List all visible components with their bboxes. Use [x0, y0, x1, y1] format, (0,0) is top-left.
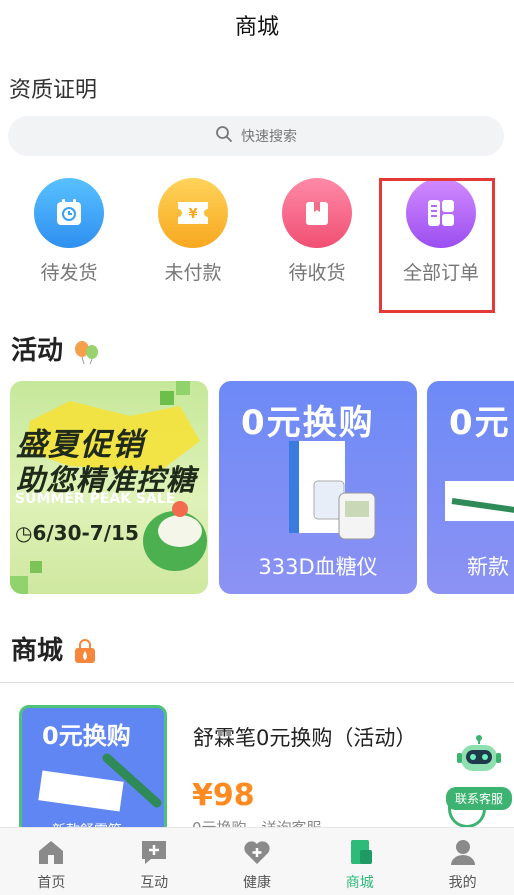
robot-icon	[455, 735, 503, 783]
product-thumbnail[interactable]: 0元换购 新款舒霖笔	[19, 705, 167, 835]
banner-caption: 新款	[467, 555, 509, 579]
order-label: 待发货	[40, 262, 98, 284]
calendar-clock-icon	[34, 178, 104, 248]
banner-date: ◷6/30-7/15	[15, 521, 139, 545]
search-icon	[215, 125, 233, 147]
search-placeholder: 快速搜索	[241, 129, 297, 145]
top-bar: 商城	[0, 0, 514, 50]
clock-icon: ◷	[15, 521, 33, 545]
chat-plus-icon	[142, 841, 167, 864]
order-unpaid[interactable]: ¥ 未付款	[138, 176, 248, 285]
customer-service-button[interactable]: 联系客服	[446, 735, 512, 810]
heart-plus-icon	[244, 841, 270, 864]
qualification-link[interactable]: 资质证明	[9, 72, 97, 104]
home-icon	[39, 841, 64, 864]
order-label: 待收货	[288, 262, 346, 284]
banner-new-pen[interactable]: 0元 新款	[427, 381, 514, 594]
add-icon[interactable]	[448, 800, 486, 828]
tab-label: 首页	[37, 875, 66, 891]
mall-icon	[350, 840, 372, 864]
divider	[0, 682, 514, 683]
balloon-icon	[72, 336, 102, 366]
tab-label: 互动	[140, 875, 169, 891]
tab-profile[interactable]: 我的	[411, 828, 514, 895]
user-icon	[450, 840, 475, 865]
banner-caption: 333D血糖仪	[258, 555, 378, 579]
tab-label: 我的	[448, 875, 477, 891]
highlight-box	[379, 178, 495, 313]
shopping-bag-icon	[72, 636, 98, 666]
product-price: ¥98	[192, 778, 255, 813]
tab-label: 商城	[345, 875, 374, 891]
activity-carousel[interactable]: 盛夏促销 助您精准控糖 SUMMER PEAK SALE ◷6/30-7/15 …	[10, 381, 514, 594]
page-title: 商城	[234, 15, 279, 40]
search-input[interactable]: 快速搜索	[8, 116, 504, 156]
bottom-tab-bar: 首页 互动 健康 商城 我的	[0, 827, 514, 895]
order-label: 未付款	[164, 262, 222, 284]
package-icon	[282, 178, 352, 248]
tab-home[interactable]: 首页	[0, 828, 103, 895]
mall-heading: 商城	[11, 630, 98, 667]
activity-title: 活动	[11, 336, 64, 366]
product-name[interactable]: 舒霖笔0元换购（活动）	[193, 722, 416, 752]
order-awaiting-receipt[interactable]: 待收货	[262, 176, 372, 285]
pen-product-image	[38, 753, 162, 812]
mall-title: 商城	[11, 636, 64, 666]
tab-interaction[interactable]: 互动	[103, 828, 206, 895]
order-pending-shipment[interactable]: 待发货	[14, 176, 124, 285]
activity-heading: 活动	[11, 330, 102, 367]
yen-ticket-icon: ¥	[158, 178, 228, 248]
svg-text:¥: ¥	[188, 207, 197, 222]
banner-summer-sale[interactable]: 盛夏促销 助您精准控糖 SUMMER PEAK SALE ◷6/30-7/15	[10, 381, 208, 594]
tab-health[interactable]: 健康	[206, 828, 309, 895]
tab-label: 健康	[242, 875, 271, 891]
banner-subtitle: SUMMER PEAK SALE	[15, 491, 176, 507]
tab-mall[interactable]: 商城	[308, 828, 411, 895]
banner-glucometer[interactable]: 0元换购 333D血糖仪	[219, 381, 417, 594]
